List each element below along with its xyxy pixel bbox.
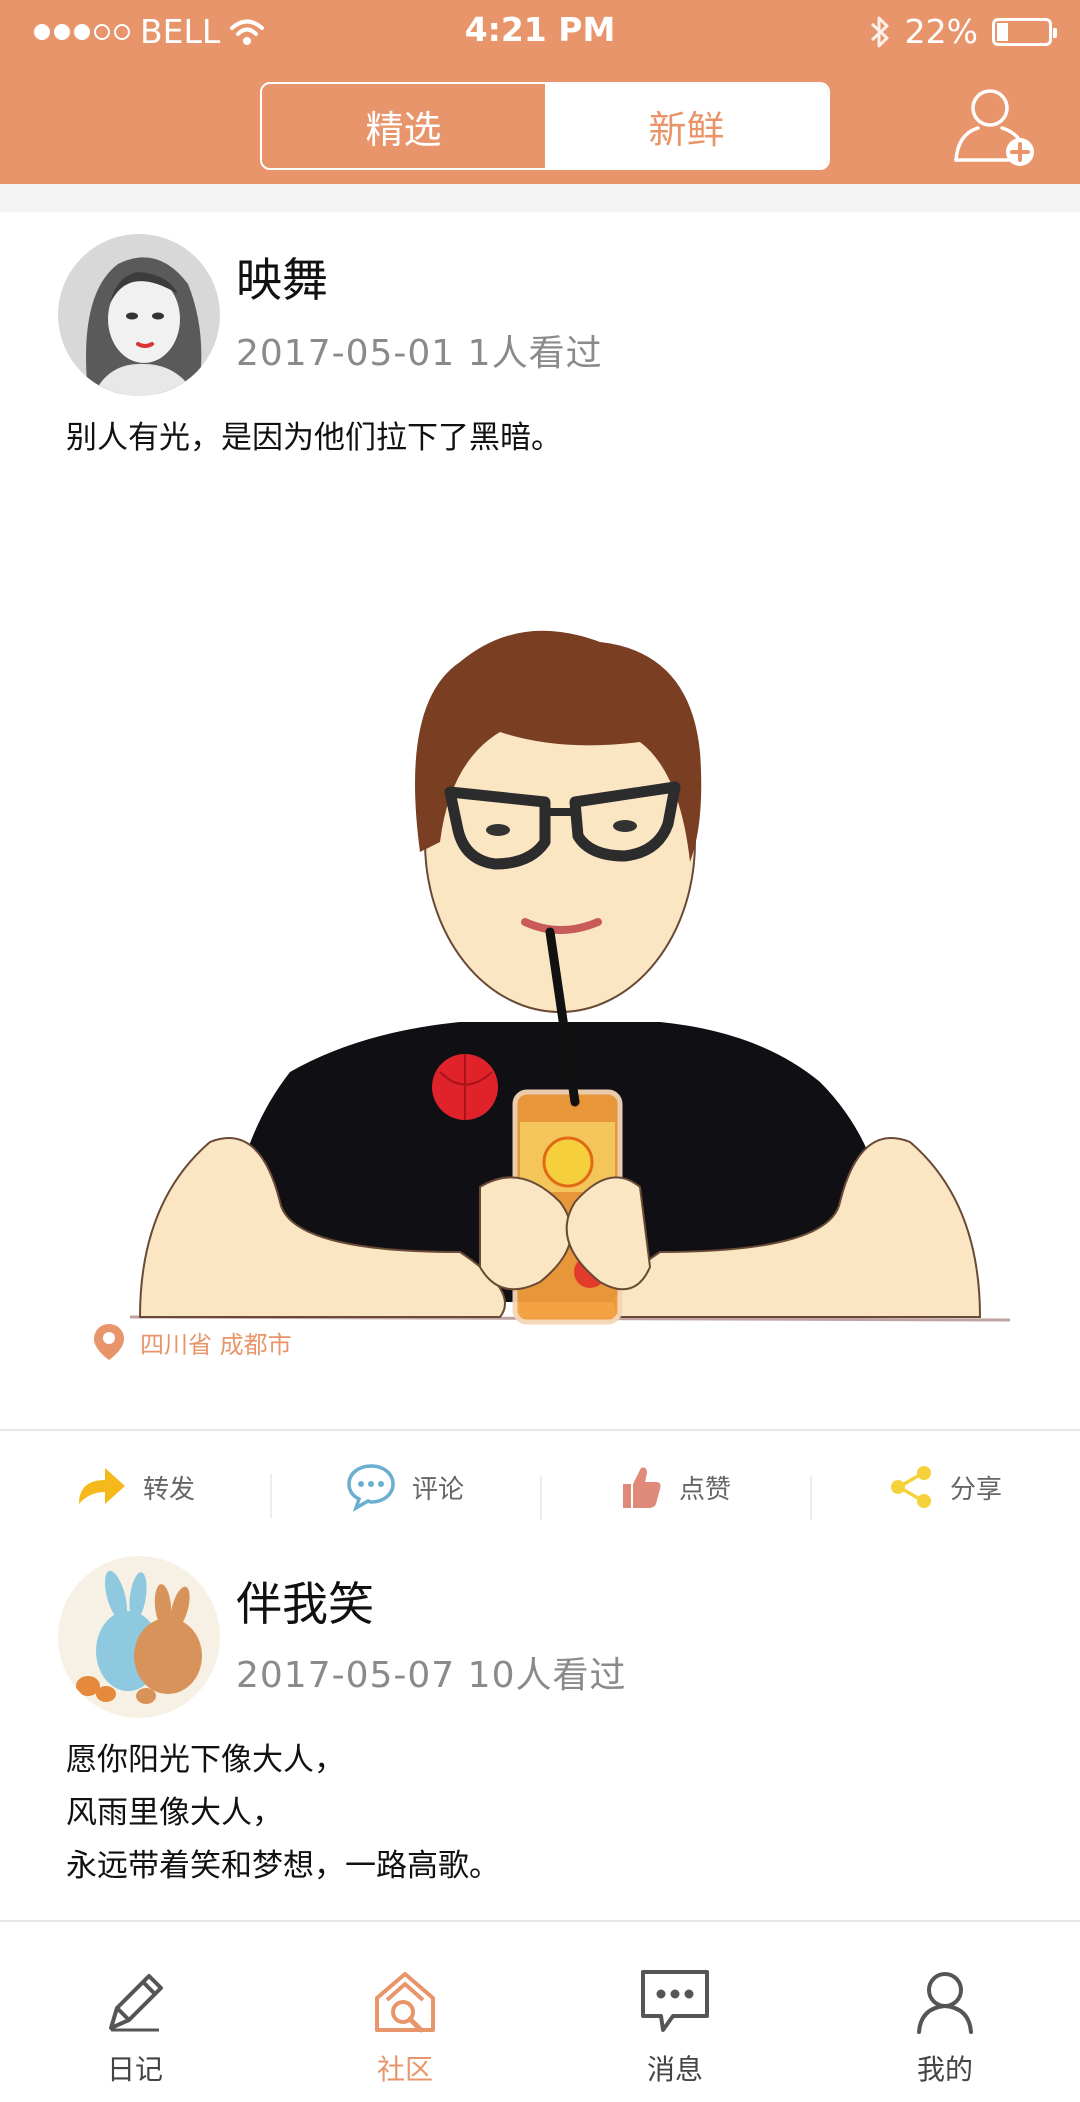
post-text-line: 风雨里像大人，: [66, 1795, 283, 1831]
post-image[interactable]: [120, 602, 1020, 1342]
share-button[interactable]: 分享: [810, 1464, 1080, 1520]
tab-messages[interactable]: 消息: [540, 1922, 810, 2102]
post-card: 伴我笑 2017-05-07 10人看过 愿你阳光下像大人， 风雨里像大人， 永…: [0, 1538, 1080, 1920]
battery-icon: [992, 17, 1057, 46]
repost-label: 转发: [142, 1474, 195, 1505]
post-location[interactable]: 四川省 成都市: [92, 1322, 292, 1362]
tab-fresh[interactable]: 新鲜: [545, 84, 828, 168]
bottom-tab-bar: 日记 社区 消息 我的: [0, 1920, 1080, 2102]
status-right: 22%: [869, 12, 1057, 51]
battery-percent: 22%: [904, 12, 978, 51]
avatar[interactable]: [58, 234, 220, 396]
feed-segmented-control: 精选 新鲜: [260, 82, 830, 170]
like-label: 点赞: [678, 1474, 731, 1505]
post-text: 别人有光，是因为他们拉下了黑暗。: [66, 412, 562, 465]
message-icon: [641, 1970, 709, 2032]
post-text-line: 永远带着笑和梦想，一路高歌。: [66, 1848, 500, 1884]
post-views: 1人看过: [467, 333, 603, 374]
avatar-rabbits-illustration: [58, 1556, 220, 1718]
tab-profile[interactable]: 我的: [810, 1922, 1080, 2102]
post-text-line: 愿你阳光下像大人，: [66, 1742, 345, 1778]
comment-button[interactable]: 评论: [270, 1462, 540, 1518]
location-pin-icon: [94, 1324, 124, 1360]
location-text: 四川省 成都市: [140, 1330, 292, 1359]
add-user-icon: [954, 89, 1034, 166]
illustration-man-with-drink: [129, 630, 1011, 1325]
tab-diary[interactable]: 日记: [0, 1922, 270, 2102]
repost-button[interactable]: 转发: [0, 1464, 270, 1510]
post-card: 映舞 2017-05-01 1人看过 别人有光，是因为他们拉下了黑暗。 四川省 …: [0, 212, 1080, 1544]
add-user-button[interactable]: [950, 78, 1040, 168]
post-text: 愿你阳光下像大人， 风雨里像大人， 永远带着笑和梦想，一路高歌。: [66, 1734, 500, 1893]
tab-diary-label: 日记: [106, 2053, 163, 2086]
post-meta: 2017-05-01 1人看过: [236, 324, 603, 376]
avatar[interactable]: [58, 1556, 220, 1718]
tab-community[interactable]: 社区: [270, 1922, 540, 2102]
battery-level: [997, 22, 1008, 41]
tab-community-label: 社区: [376, 2053, 433, 2086]
share-label: 分享: [949, 1474, 1002, 1505]
community-home-icon: [375, 1972, 435, 2033]
status-bar: BELL 4:21 PM 22%: [0, 0, 1080, 60]
profile-icon: [917, 1972, 973, 2034]
comment-label: 评论: [411, 1474, 464, 1505]
bluetooth-icon: [870, 16, 889, 47]
post-meta: 2017-05-07 10人看过: [236, 1646, 626, 1698]
thumbs-up-icon: [622, 1467, 661, 1508]
post-username[interactable]: 伴我笑: [236, 1568, 374, 1634]
post-date: 2017-05-01: [236, 333, 456, 374]
app-header: BELL 4:21 PM 22% 精选 新鲜: [0, 0, 1080, 184]
like-button[interactable]: 点赞: [540, 1464, 810, 1520]
comment-bubble-icon: [347, 1464, 395, 1512]
post-date: 2017-05-07: [236, 1655, 456, 1696]
pencil-icon: [109, 1974, 163, 2032]
tab-profile-label: 我的: [916, 2053, 973, 2086]
post-text-line: 别人有光，是因为他们拉下了黑暗。: [66, 420, 562, 456]
repost-arrow-icon: [78, 1468, 125, 1504]
avatar-girl-illustration: [58, 234, 220, 396]
tab-messages-label: 消息: [646, 2053, 703, 2086]
post-actions: 转发 评论 点赞 分享: [0, 1429, 1080, 1543]
feed[interactable]: 映舞 2017-05-01 1人看过 别人有光，是因为他们拉下了黑暗。 四川省 …: [0, 184, 1080, 1920]
tab-featured[interactable]: 精选: [262, 84, 545, 168]
share-icon: [890, 1466, 931, 1508]
post-views: 10人看过: [467, 1655, 627, 1696]
post-username[interactable]: 映舞: [236, 244, 328, 310]
